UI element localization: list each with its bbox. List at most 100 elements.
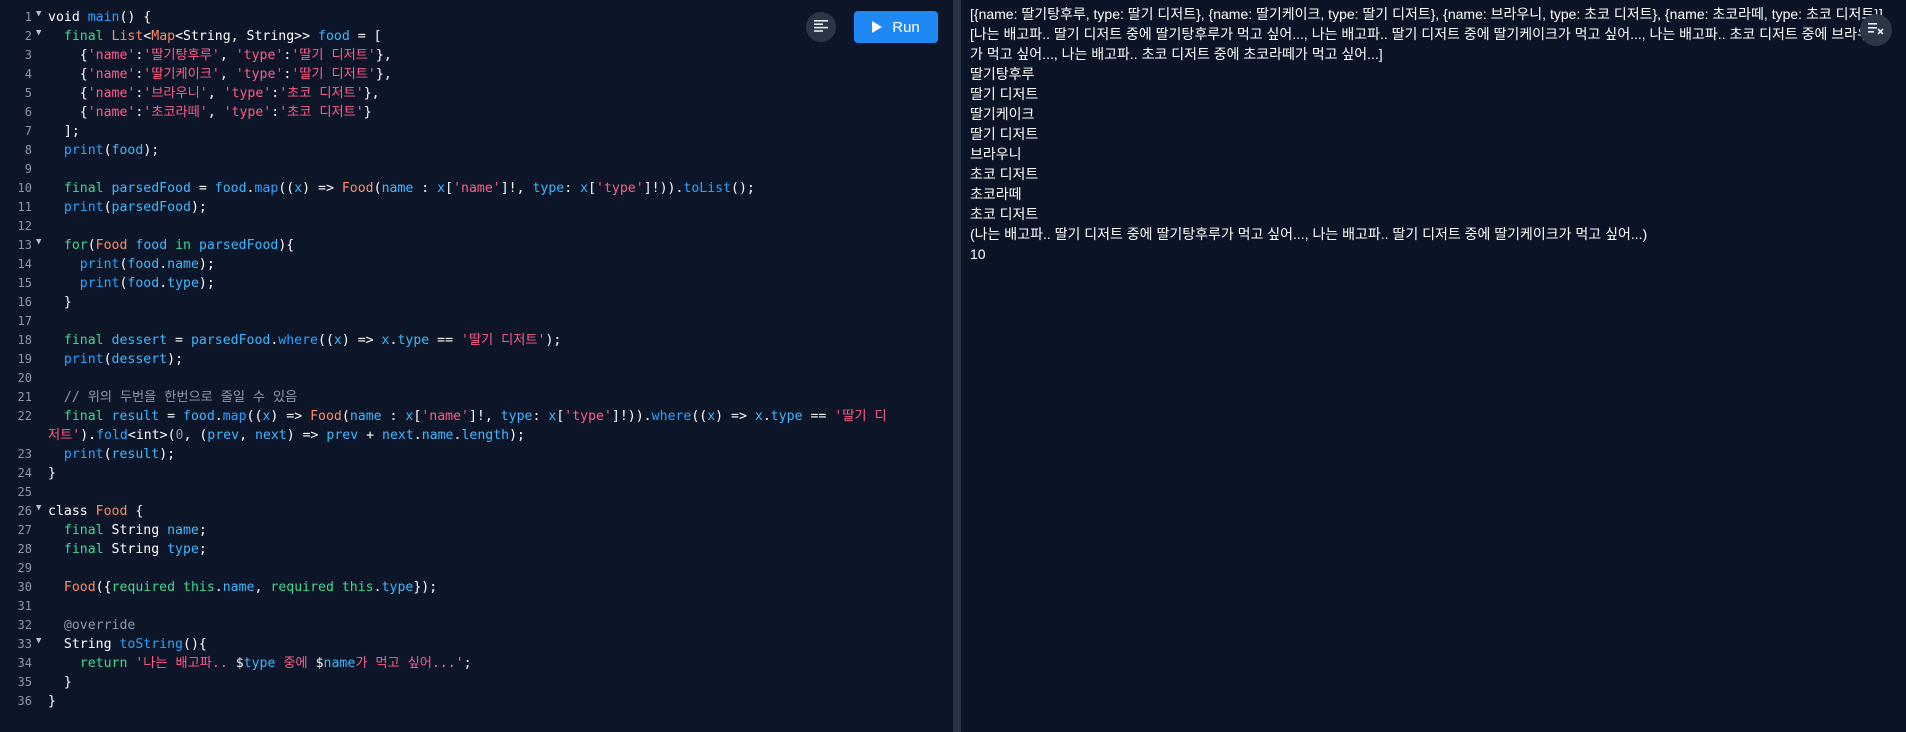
code-line[interactable]: 7 ]; [0, 122, 953, 141]
code-line[interactable]: 27 final String name; [0, 521, 953, 540]
code-line[interactable]: 28 final String type; [0, 540, 953, 559]
code-line[interactable]: 10 final parsedFood = food.map((x) => Fo… [0, 179, 953, 198]
code-token: , [207, 105, 224, 120]
code-line[interactable]: 34 return '나는 배고파.. $type 중에 $name가 먹고 싶… [0, 654, 953, 673]
code-token: = [167, 333, 191, 348]
code-token: ( [373, 181, 382, 196]
code-line[interactable]: 30 Food({required this.name, required th… [0, 578, 953, 597]
fold-arrow-icon[interactable]: ▼ [36, 499, 41, 518]
format-button[interactable] [806, 12, 836, 42]
code-line[interactable]: 9 [0, 160, 953, 179]
code-token: ]!)). [643, 181, 684, 196]
line-number: 35 [17, 675, 32, 689]
line-number: 31 [17, 599, 32, 613]
code-token: ]!, [468, 409, 501, 424]
line-number: 34 [17, 656, 32, 670]
code-line[interactable]: 15 print(food.type); [0, 274, 953, 293]
run-button[interactable]: Run [854, 11, 938, 43]
line-number: 22 [17, 409, 32, 423]
code-token: (); [731, 181, 755, 196]
code-token: x [381, 333, 390, 348]
code-line[interactable]: 13 ▼ for(Food food in parsedFood){ [0, 236, 953, 255]
code-line[interactable]: 11 print(parsedFood); [0, 198, 953, 217]
code-token: type [770, 409, 803, 424]
code-token: ); [190, 200, 207, 215]
code-token: : [532, 409, 549, 424]
code-line[interactable]: 저트').fold<int>(0, (prev, next) => prev +… [0, 426, 953, 445]
code-token: type [397, 333, 430, 348]
code-line[interactable]: 32 @override [0, 616, 953, 635]
code-token: parsedFood [198, 238, 279, 253]
code-line[interactable]: 33 ▼ String toString(){ [0, 635, 953, 654]
code-line[interactable]: 29 [0, 559, 953, 578]
fold-arrow-icon[interactable]: ▼ [36, 233, 41, 252]
code-line[interactable]: 23 print(result); [0, 445, 953, 464]
code-token: } [48, 675, 72, 690]
code-token: return [79, 656, 136, 671]
code-line[interactable]: 14 print(food.name); [0, 255, 953, 274]
code-line[interactable]: 24} [0, 464, 953, 483]
code-line[interactable]: 36} [0, 692, 953, 711]
code-lines[interactable]: 1 ▼ void main() {2 ▼ final List<Map<String,… [0, 8, 953, 711]
code-line[interactable]: 16 } [0, 293, 953, 312]
code-line[interactable]: 12 [0, 217, 953, 236]
code-line[interactable]: 8 print(food); [0, 141, 953, 160]
code-token: 'type' [235, 48, 284, 63]
code-line[interactable]: 3 {'name':'딸기탕후루', 'type':'딸기 디저트'}, [0, 46, 953, 65]
fold-arrow-icon[interactable]: ▼ [36, 24, 41, 43]
split-divider[interactable] [953, 0, 961, 732]
code-text: // 위의 두번을 한번으로 줄일 수 있음 [48, 388, 941, 407]
code-line[interactable]: 4 {'name':'딸기케이크', 'type':'딸기 디저트'}, [0, 65, 953, 84]
code-token: Food [95, 238, 128, 253]
code-token: x [437, 181, 446, 196]
code-line[interactable]: 25 [0, 483, 953, 502]
code-line[interactable]: 5 {'name':'브라우니', 'type':'초코 디저트'}, [0, 84, 953, 103]
console-output-line: 브라우니 [970, 146, 1022, 162]
code-line[interactable]: 17 [0, 312, 953, 331]
code-token: ( [103, 352, 112, 367]
code-line[interactable]: 26 ▼ class Food { [0, 502, 953, 521]
code-token: { [127, 504, 144, 519]
code-token: Map [151, 29, 176, 44]
code-line[interactable]: 19 print(dessert); [0, 350, 953, 369]
code-token: parsedFood [111, 200, 191, 215]
code-token: ); [159, 447, 176, 462]
line-number: 23 [17, 447, 32, 461]
code-token: = [159, 409, 183, 424]
code-token: food [183, 409, 215, 424]
code-token: print [63, 200, 104, 215]
code-line[interactable]: 35 } [0, 673, 953, 692]
code-token: x [707, 409, 716, 424]
code-token: print [79, 276, 120, 291]
code-token: ) => [286, 428, 327, 443]
clear-console-button[interactable] [1860, 14, 1892, 46]
code-text: final dessert = parsedFood.where((x) => … [48, 331, 941, 350]
fold-arrow-icon[interactable]: ▼ [36, 632, 41, 651]
console-output-line: (나는 배고파.. 딸기 디저트 중에 딸기탕후루가 먹고 싶어..., 나는 … [970, 226, 1648, 242]
line-number: 33 [17, 637, 32, 651]
code-text: final result = food.map((x) => Food(name… [48, 407, 941, 426]
line-number: 9 [24, 162, 32, 176]
code-editor[interactable]: 1 ▼ void main() {2 ▼ final List<Map<String,… [0, 0, 953, 732]
code-line[interactable]: 18 final dessert = parsedFood.where((x) … [0, 331, 953, 350]
code-line[interactable]: 22 final result = food.map((x) => Food(n… [0, 407, 953, 426]
code-token: class [48, 504, 96, 519]
code-line[interactable]: 20 [0, 369, 953, 388]
line-number: 10 [17, 181, 32, 195]
fold-arrow-icon[interactable]: ▼ [36, 5, 41, 24]
code-token: map [222, 409, 247, 424]
code-token: String [111, 523, 168, 538]
code-line[interactable]: 31 [0, 597, 953, 616]
code-token: type [167, 276, 199, 291]
code-line[interactable]: 6 {'name':'초코라떼', 'type':'초코 디저트'} [0, 103, 953, 122]
line-number: 24 [17, 466, 32, 480]
code-token: ( [87, 238, 96, 253]
code-token: 저트' [48, 428, 81, 443]
code-token: 'name' [87, 48, 136, 63]
code-line[interactable]: 21 // 위의 두번을 한번으로 줄일 수 있음 [0, 388, 953, 407]
